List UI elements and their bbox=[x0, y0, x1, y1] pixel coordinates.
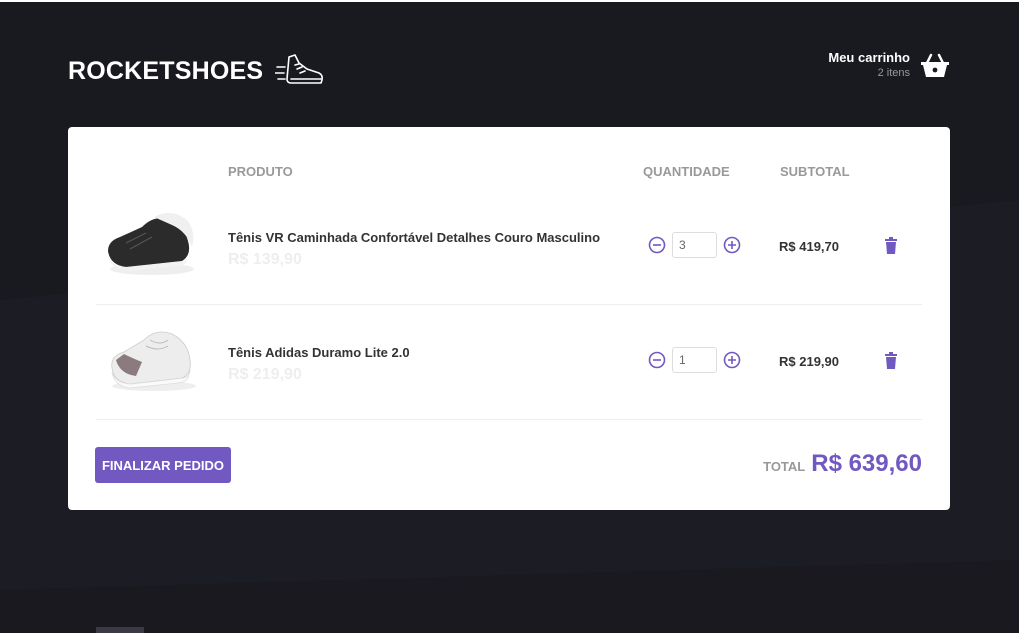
cart-info: Meu carrinho 2 itens bbox=[828, 50, 910, 79]
cart-count: 2 itens bbox=[877, 67, 910, 79]
total-label: TOTAL bbox=[763, 459, 806, 474]
logo-text: ROCKETSHOES bbox=[68, 56, 264, 85]
header-quantity: QUANTIDADE bbox=[643, 164, 730, 179]
quantity-input[interactable] bbox=[672, 232, 717, 258]
table-row: Tênis Adidas Duramo Lite 2.0 R$ 219,90 R… bbox=[96, 304, 922, 420]
minus-circle-icon[interactable] bbox=[648, 351, 666, 369]
cart-link[interactable]: Meu carrinho 2 itens bbox=[828, 50, 950, 79]
total-value: R$ 639,60 bbox=[811, 450, 922, 477]
minus-circle-icon[interactable] bbox=[648, 236, 666, 254]
shopping-basket-icon bbox=[921, 53, 949, 77]
product-title: Tênis Adidas Duramo Lite 2.0 bbox=[228, 345, 410, 360]
trash-icon[interactable] bbox=[884, 352, 898, 370]
product-price: R$ 139,90 bbox=[228, 251, 302, 268]
checkout-button[interactable]: FINALIZAR PEDIDO bbox=[95, 447, 231, 483]
product-title: Tênis VR Caminhada Confortável Detalhes … bbox=[228, 230, 601, 245]
product-price: R$ 219,90 bbox=[228, 366, 302, 383]
product-subtotal: R$ 419,70 bbox=[779, 239, 839, 254]
page-header: ROCKETSHOES Meu carrinho 2 itens bbox=[68, 40, 950, 96]
table-row: Tênis VR Caminhada Confortável Detalhes … bbox=[96, 189, 922, 305]
logo[interactable]: ROCKETSHOES bbox=[68, 53, 325, 89]
cart-title: Meu carrinho bbox=[828, 50, 910, 65]
plus-circle-icon[interactable] bbox=[723, 236, 741, 254]
cart-container: PRODUTO QUANTIDADE SUBTOTAL Tênis VR Cam… bbox=[68, 127, 950, 510]
product-subtotal: R$ 219,90 bbox=[779, 354, 839, 369]
white-sneaker-image bbox=[111, 331, 196, 391]
bottom-tab bbox=[96, 627, 144, 633]
running-shoe-icon bbox=[275, 54, 324, 84]
header-subtotal: SUBTOTAL bbox=[780, 164, 850, 179]
black-sneaker-image bbox=[108, 212, 194, 275]
trash-icon[interactable] bbox=[884, 237, 898, 255]
plus-circle-icon[interactable] bbox=[723, 351, 741, 369]
quantity-input[interactable] bbox=[672, 347, 717, 373]
quantity-control bbox=[648, 232, 741, 258]
header-product: PRODUTO bbox=[228, 164, 293, 179]
order-total: TOTAL R$ 639,60 bbox=[763, 450, 922, 478]
quantity-control bbox=[648, 347, 741, 373]
